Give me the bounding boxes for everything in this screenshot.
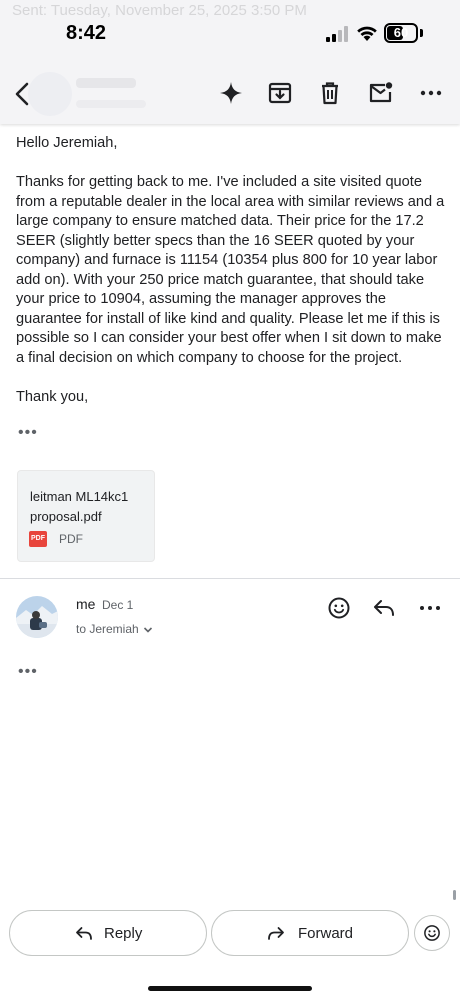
avatar[interactable] [16,596,58,638]
top-bar: Sent: Tuesday, November 25, 2025 3:50 PM… [0,0,460,124]
recipient-details-toggle[interactable]: to Jeremiah [76,622,153,636]
attachment-filename: leitman ML14kc1 proposal.pdf [30,489,129,524]
ghost-subject-line [76,100,146,108]
emoji-react-button[interactable] [414,915,450,951]
battery-level: 60 [393,25,409,40]
attachment-type-label: PDF [59,532,83,546]
message-date: Dec 1 [102,598,134,612]
smiley-icon [424,925,440,941]
home-indicator[interactable] [148,986,312,991]
recipient-text: to Jeremiah [76,622,139,636]
trash-icon[interactable] [317,80,343,106]
ghost-sender-line [76,78,136,88]
forward-label: Forward [298,925,354,942]
archive-icon[interactable] [267,80,293,106]
cell-signal-icon [326,26,348,42]
status-time: 8:42 [66,22,107,44]
back-arrow-icon[interactable] [10,78,36,110]
chevron-down-icon [143,627,152,633]
sparkle-icon[interactable] [218,80,244,106]
reply-label: Reply [104,925,143,942]
message-divider [0,578,460,579]
message-body: Hello Jeremiah, Thanks for getting back … [16,134,452,407]
scrollbar[interactable] [453,890,456,900]
body-paragraph: Thanks for getting back to me. I've incl… [16,174,445,366]
reply-icon[interactable] [372,596,396,620]
reply-arrow-icon [76,927,92,940]
sender-name[interactable]: me [76,596,95,612]
signoff-text: Thank you, [16,388,89,405]
show-trimmed-content-button[interactable]: ••• [18,425,38,441]
emoji-reaction-icon[interactable] [327,596,351,620]
mark-unread-icon[interactable] [368,80,394,106]
message-more-icon[interactable] [418,596,442,620]
battery-icon: 60 [384,23,418,43]
forward-button[interactable]: Forward [211,910,409,956]
attachment-card[interactable]: leitman ML14kc1 proposal.pdf PDF PDF [17,470,155,562]
pdf-file-icon: PDF [29,531,47,547]
reply-button[interactable]: Reply [9,910,207,956]
show-trimmed-content-button-2[interactable]: ••• [18,664,38,680]
battery-nub [420,29,423,37]
greeting-text: Hello Jeremiah, [16,135,118,151]
more-vert-icon[interactable] [418,80,444,106]
ghost-sent-header: Sent: Tuesday, November 25, 2025 3:50 PM [12,2,307,19]
wifi-icon [357,26,377,41]
forward-arrow-icon [268,927,284,940]
